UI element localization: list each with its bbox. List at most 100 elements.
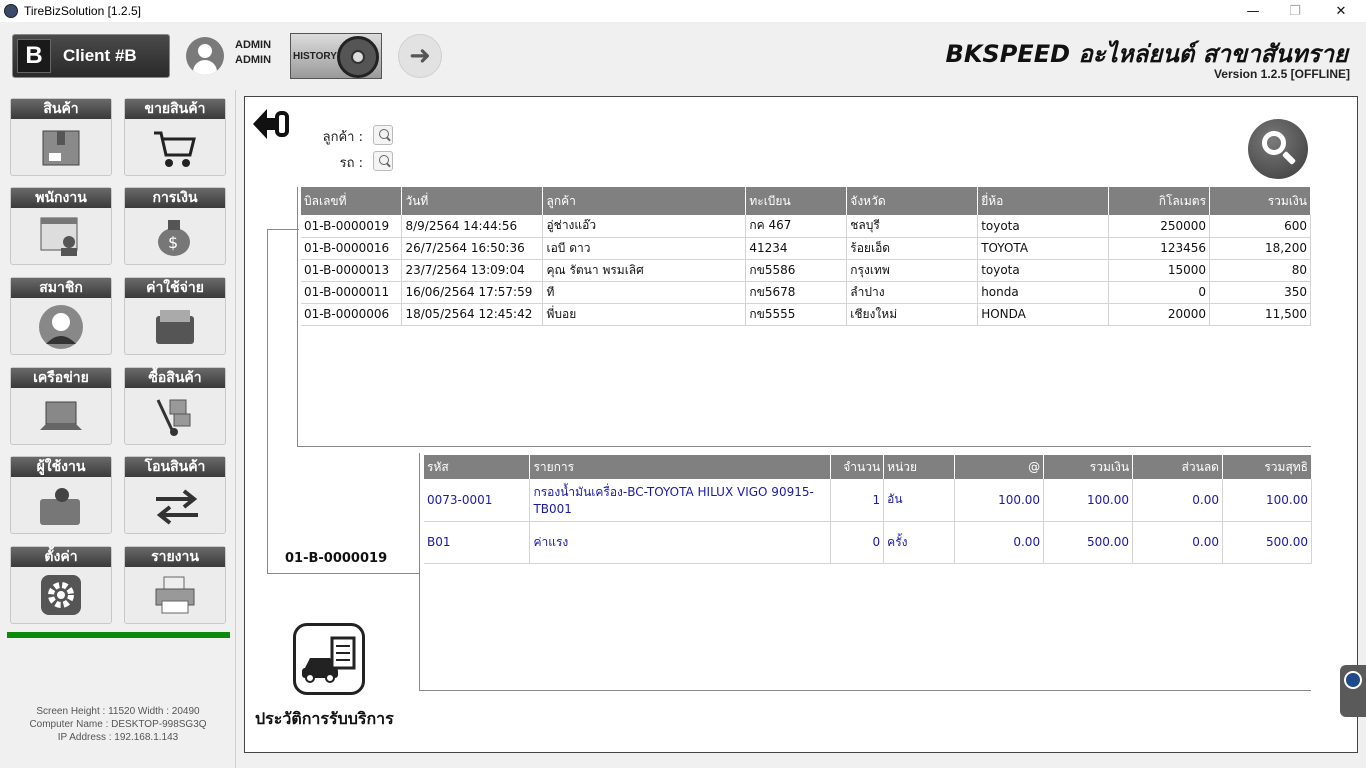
- table-row[interactable]: B01 ค่าแรง 0 ครั้ง 0.00 500.00 0.00 500.…: [424, 521, 1313, 564]
- menu-tile-network[interactable]: เครือข่าย: [10, 367, 112, 445]
- menu-tile-purchase[interactable]: ซื้อสินค้า: [124, 367, 226, 445]
- column-header[interactable]: จำนวน: [830, 455, 885, 479]
- screen-info: Screen Height : 11520 Width : 20490: [36, 706, 200, 717]
- table-cell: ชลบุรี: [846, 215, 979, 238]
- menu-tile-sell[interactable]: ขายสินค้า: [124, 98, 226, 176]
- table-cell: 1: [830, 479, 885, 522]
- ip-address: IP Address : 192.168.1.143: [57, 732, 179, 743]
- menu-tile-products[interactable]: สินค้า: [10, 98, 112, 176]
- table-cell: 80: [1209, 259, 1311, 282]
- column-header[interactable]: ส่วนลด: [1132, 455, 1223, 479]
- tile-label: ผู้ใช้งาน: [11, 457, 111, 477]
- table-row[interactable]: 01-B-0000019 8/9/2564 14:44:56 อู่ช่างแอ…: [301, 215, 1311, 238]
- money-bag-icon: $: [152, 216, 198, 258]
- window-title: TireBizSolution [1.2.5]: [24, 4, 141, 18]
- hand-truck-icon: [152, 396, 198, 438]
- column-header[interactable]: กิโลเมตร: [1108, 187, 1211, 215]
- table-row[interactable]: 01-B-0000011 16/06/2564 17:57:59 ที กข56…: [301, 281, 1311, 304]
- gear-icon: [38, 575, 84, 617]
- back-arrow-icon[interactable]: [251, 107, 291, 141]
- table-cell: 500.00: [1222, 521, 1313, 564]
- table-cell: 250000: [1108, 215, 1211, 238]
- status-bar: [7, 632, 230, 638]
- restore-button[interactable]: ❐: [1272, 0, 1318, 22]
- table-cell: 600: [1209, 215, 1311, 238]
- client-letter: B: [17, 39, 51, 73]
- table-cell: 01-B-0000013: [301, 259, 403, 282]
- shopping-cart-icon: [152, 127, 198, 169]
- tile-label: เครือข่าย: [11, 368, 111, 388]
- menu-tile-members[interactable]: สมาชิก: [10, 277, 112, 355]
- menu-tile-finance[interactable]: การเงิน $: [124, 187, 226, 265]
- menu-tile-transfer[interactable]: โอนสินค้า: [124, 456, 226, 534]
- close-button[interactable]: ✕: [1318, 0, 1364, 22]
- column-header[interactable]: รายการ: [529, 455, 832, 479]
- table-cell: 100.00: [1043, 479, 1134, 522]
- connector-line: [267, 229, 268, 574]
- service-history-label[interactable]: ประวัติการรับบริการ: [255, 707, 394, 732]
- table-cell: กรองน้ำมันเครื่อง-BC-TOYOTA HILUX VIGO 9…: [529, 479, 832, 522]
- invoice-detail-table: รหัส รายการ จำนวน หน่วย @ รวมเงิน ส่วนลด…: [424, 455, 1313, 564]
- table-cell: 41234: [745, 237, 848, 260]
- transfer-arrows-icon: [152, 485, 198, 527]
- table-cell: 0073-0001: [424, 479, 531, 522]
- remote-support-tab[interactable]: [1340, 665, 1366, 717]
- tile-label: ค่าใช้จ่าย: [125, 278, 225, 298]
- table-row[interactable]: 0073-0001 กรองน้ำมันเครื่อง-BC-TOYOTA HI…: [424, 479, 1313, 522]
- column-header[interactable]: บิลเลขที่: [301, 187, 403, 215]
- column-header[interactable]: ทะเบียน: [745, 187, 848, 215]
- next-arrow-button[interactable]: ➜: [398, 34, 442, 78]
- client-badge[interactable]: B Client #B: [12, 34, 170, 78]
- table-row[interactable]: 01-B-0000006 18/05/2564 12:45:42 พี่บอย …: [301, 303, 1311, 326]
- column-header[interactable]: ยี่ห้อ: [977, 187, 1110, 215]
- detail-header-row: รหัส รายการ จำนวน หน่วย @ รวมเงิน ส่วนลด…: [424, 455, 1313, 479]
- menu-tile-reports[interactable]: รายงาน: [124, 546, 226, 624]
- table-cell: เชียงใหม่: [846, 303, 979, 326]
- invoice-table-panel: บิลเลขที่ วันที่ ลูกค้า ทะเบียน จังหวัด …: [297, 187, 1311, 447]
- client-name: Client #B: [63, 46, 137, 65]
- menu-tile-settings[interactable]: ตั้งค่า: [10, 546, 112, 624]
- column-header[interactable]: จังหวัด: [846, 187, 979, 215]
- table-cell: ร้อยเอ็ด: [846, 237, 979, 260]
- table-cell: อัน: [883, 479, 956, 522]
- column-header[interactable]: @: [954, 455, 1045, 479]
- table-cell: 26/7/2564 16:50:36: [401, 237, 544, 260]
- column-header[interactable]: ลูกค้า: [542, 187, 747, 215]
- member-icon: [38, 305, 84, 349]
- tile-label: สมาชิก: [11, 278, 111, 298]
- customer-search-button[interactable]: [373, 125, 393, 145]
- column-header[interactable]: รวมเงิน: [1043, 455, 1134, 479]
- column-header[interactable]: รวมสุทธิ: [1222, 455, 1313, 479]
- menu-tile-employees[interactable]: พนักงาน: [10, 187, 112, 265]
- column-header[interactable]: รหัส: [424, 455, 531, 479]
- table-cell: 23/7/2564 13:09:04: [401, 259, 544, 282]
- tile-label: ซื้อสินค้า: [125, 368, 225, 388]
- table-cell: อู่ช่างแอ๊ว: [542, 215, 747, 238]
- table-cell: B01: [424, 521, 531, 564]
- app-icon: [4, 4, 18, 18]
- user-avatar-icon[interactable]: [186, 37, 224, 75]
- product-box-icon: [38, 127, 84, 169]
- table-cell: กข5678: [745, 281, 848, 304]
- column-header[interactable]: วันที่: [401, 187, 544, 215]
- service-history-icon[interactable]: [293, 623, 365, 695]
- column-header[interactable]: หน่วย: [883, 455, 956, 479]
- table-cell: 01-B-0000006: [301, 303, 403, 326]
- history-button[interactable]: HISTORY: [290, 33, 382, 79]
- search-icon[interactable]: [1248, 119, 1308, 179]
- menu-tile-expenses[interactable]: ค่าใช้จ่าย: [124, 277, 226, 355]
- column-header[interactable]: รวมเงิน: [1209, 187, 1311, 215]
- table-row[interactable]: 01-B-0000016 26/7/2564 16:50:36 เอบี ดาว…: [301, 237, 1311, 260]
- user-name-line1: ADMIN: [235, 39, 272, 51]
- table-cell: 01-B-0000016: [301, 237, 403, 260]
- table-row[interactable]: 01-B-0000013 23/7/2564 13:09:04 คุณ รัตน…: [301, 259, 1311, 282]
- table-cell: 0.00: [1132, 521, 1223, 564]
- menu-tile-users[interactable]: ผู้ใช้งาน: [10, 456, 112, 534]
- printer-icon: [152, 575, 198, 617]
- table-cell: 8/9/2564 14:44:56: [401, 215, 544, 238]
- sidebar-menu: สินค้า ขายสินค้า พนักงาน การเงิน $ สมาชิ…: [0, 90, 236, 768]
- minimize-button[interactable]: —: [1230, 0, 1276, 22]
- vehicle-search-button[interactable]: [373, 151, 393, 171]
- vehicle-filter-label: รถ :: [339, 156, 363, 171]
- table-cell: กข5555: [745, 303, 848, 326]
